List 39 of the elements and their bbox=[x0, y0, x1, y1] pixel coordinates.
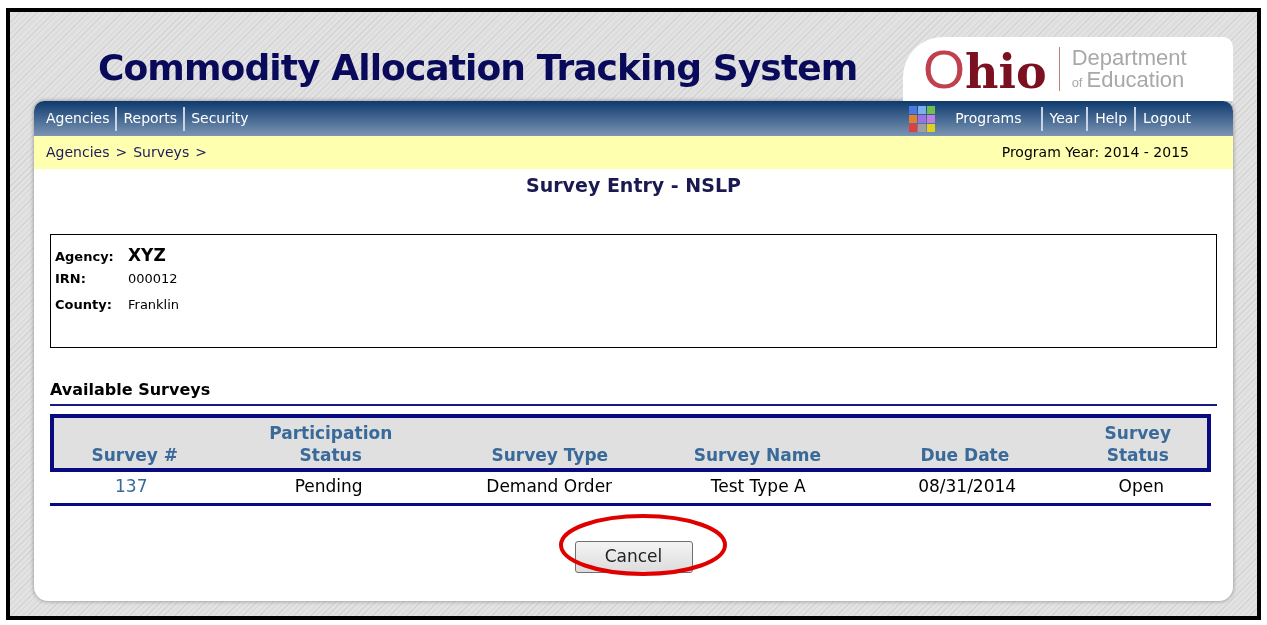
nav-link[interactable]: Year bbox=[1049, 108, 1080, 129]
field-label: Agency: bbox=[55, 247, 115, 266]
breadcrumb-separator: > bbox=[195, 143, 207, 162]
column-header: Due Date bbox=[920, 443, 1010, 466]
logo-department: Department bbox=[1071, 47, 1187, 69]
survey-link[interactable]: 137 bbox=[115, 474, 148, 500]
breadcrumb-separator: > bbox=[115, 143, 128, 162]
field-value: Franklin bbox=[128, 295, 180, 314]
table-cell-text: Demand Order bbox=[486, 475, 613, 499]
breadcrumb-link[interactable]: Surveys bbox=[133, 142, 190, 163]
nav-link[interactable]: Programs bbox=[955, 108, 1022, 129]
nav-link[interactable]: Help bbox=[1095, 108, 1128, 129]
nav-link[interactable]: Reports bbox=[123, 108, 178, 129]
nav-link[interactable]: Logout bbox=[1143, 108, 1191, 129]
logo-of: of bbox=[1071, 76, 1083, 89]
logo-state: Ohio bbox=[923, 42, 1047, 96]
field-label: County: bbox=[55, 295, 113, 314]
nav-link[interactable]: Security bbox=[191, 108, 249, 129]
field-label: IRN: bbox=[55, 269, 87, 288]
column-header: Survey Type bbox=[491, 443, 609, 466]
grid-icon[interactable] bbox=[909, 105, 938, 132]
table-cell-text: Test Type A bbox=[710, 475, 806, 499]
app-title: Commodity Allocation Tracking System bbox=[98, 46, 859, 90]
field-value: 000012 bbox=[128, 269, 178, 288]
breadcrumb-link[interactable]: Agencies bbox=[46, 142, 110, 163]
column-header: Participation Status bbox=[268, 421, 394, 466]
field-value: XYZ bbox=[128, 243, 166, 267]
nav-link[interactable]: Agencies bbox=[46, 108, 110, 129]
page-title: Survey Entry - NSLP bbox=[526, 174, 741, 196]
column-header: Survey Name bbox=[693, 443, 821, 466]
column-header: Survey Status bbox=[1103, 421, 1172, 466]
logo-education: Education bbox=[1086, 69, 1185, 91]
table-cell-text: Open bbox=[1118, 475, 1164, 499]
cancel-button[interactable]: Cancel bbox=[574, 540, 693, 573]
table-cell-text: Pending bbox=[294, 475, 363, 499]
section-title: Available Surveys bbox=[50, 379, 211, 399]
table-cell-text: 08/31/2014 bbox=[918, 475, 1017, 499]
program-year: Program Year: 2014 - 2015 bbox=[1001, 143, 1189, 162]
column-header: Survey # bbox=[91, 443, 178, 466]
